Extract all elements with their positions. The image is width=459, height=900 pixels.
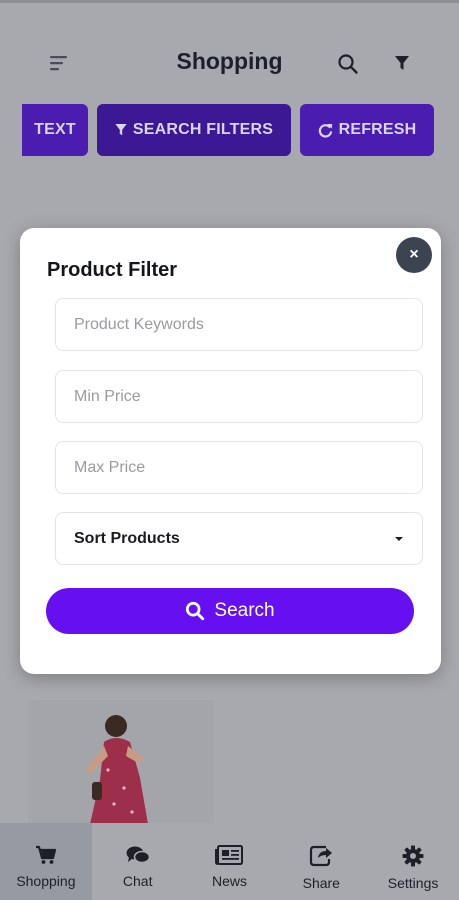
app-header: Shopping [0, 0, 459, 100]
sort-products-label: Sort Products [74, 529, 180, 547]
filter-icon [395, 56, 409, 70]
share-icon [310, 845, 333, 867]
close-icon: × [409, 246, 419, 263]
product-keywords-input[interactable] [55, 298, 423, 351]
refresh-chip[interactable]: REFRESH [300, 104, 434, 156]
nav-item-news[interactable]: News [184, 823, 276, 900]
search-icon [338, 54, 358, 74]
sort-products-select[interactable]: Sort Products [55, 512, 423, 565]
nav-item-shopping[interactable]: Shopping [0, 823, 92, 900]
nav-label-share: Share [302, 875, 340, 891]
product-card[interactable] [28, 700, 214, 830]
status-divider [0, 0, 459, 3]
max-price-input[interactable] [55, 441, 423, 494]
search-filters-chip-label: SEARCH FILTERS [132, 121, 274, 138]
nav-label-news: News [211, 873, 247, 889]
refresh-icon [318, 123, 332, 138]
filter-icon [115, 123, 127, 135]
product-image [86, 715, 148, 824]
caret-down-icon [395, 536, 403, 541]
search-button-label: Search [214, 600, 275, 621]
nav-item-share[interactable]: Share [275, 823, 367, 900]
gear-icon [402, 845, 424, 867]
bottom-navigation: Shopping Chat News Share Settings [0, 823, 459, 900]
chat-icon [126, 846, 150, 864]
min-price-input[interactable] [55, 370, 423, 423]
nav-item-chat[interactable]: Chat [92, 823, 184, 900]
search-icon [186, 601, 205, 621]
header-filter-button[interactable] [390, 50, 414, 78]
cart-icon [35, 845, 56, 864]
nav-label-settings: Settings [387, 875, 439, 891]
text-chip-label: TEXT [34, 121, 76, 138]
close-button[interactable]: × [396, 237, 432, 273]
refresh-chip-label: REFRESH [338, 121, 417, 138]
nav-label-chat: Chat [122, 873, 153, 889]
modal-title: Product Filter [47, 259, 178, 281]
nav-label-shopping: Shopping [16, 873, 76, 889]
header-search-button[interactable] [334, 50, 362, 78]
search-button[interactable]: Search [46, 588, 414, 634]
nav-item-settings[interactable]: Settings [367, 823, 459, 900]
newspaper-icon [215, 845, 244, 865]
text-chip[interactable]: TEXT [22, 104, 88, 156]
search-filters-chip[interactable]: SEARCH FILTERS [97, 104, 291, 156]
